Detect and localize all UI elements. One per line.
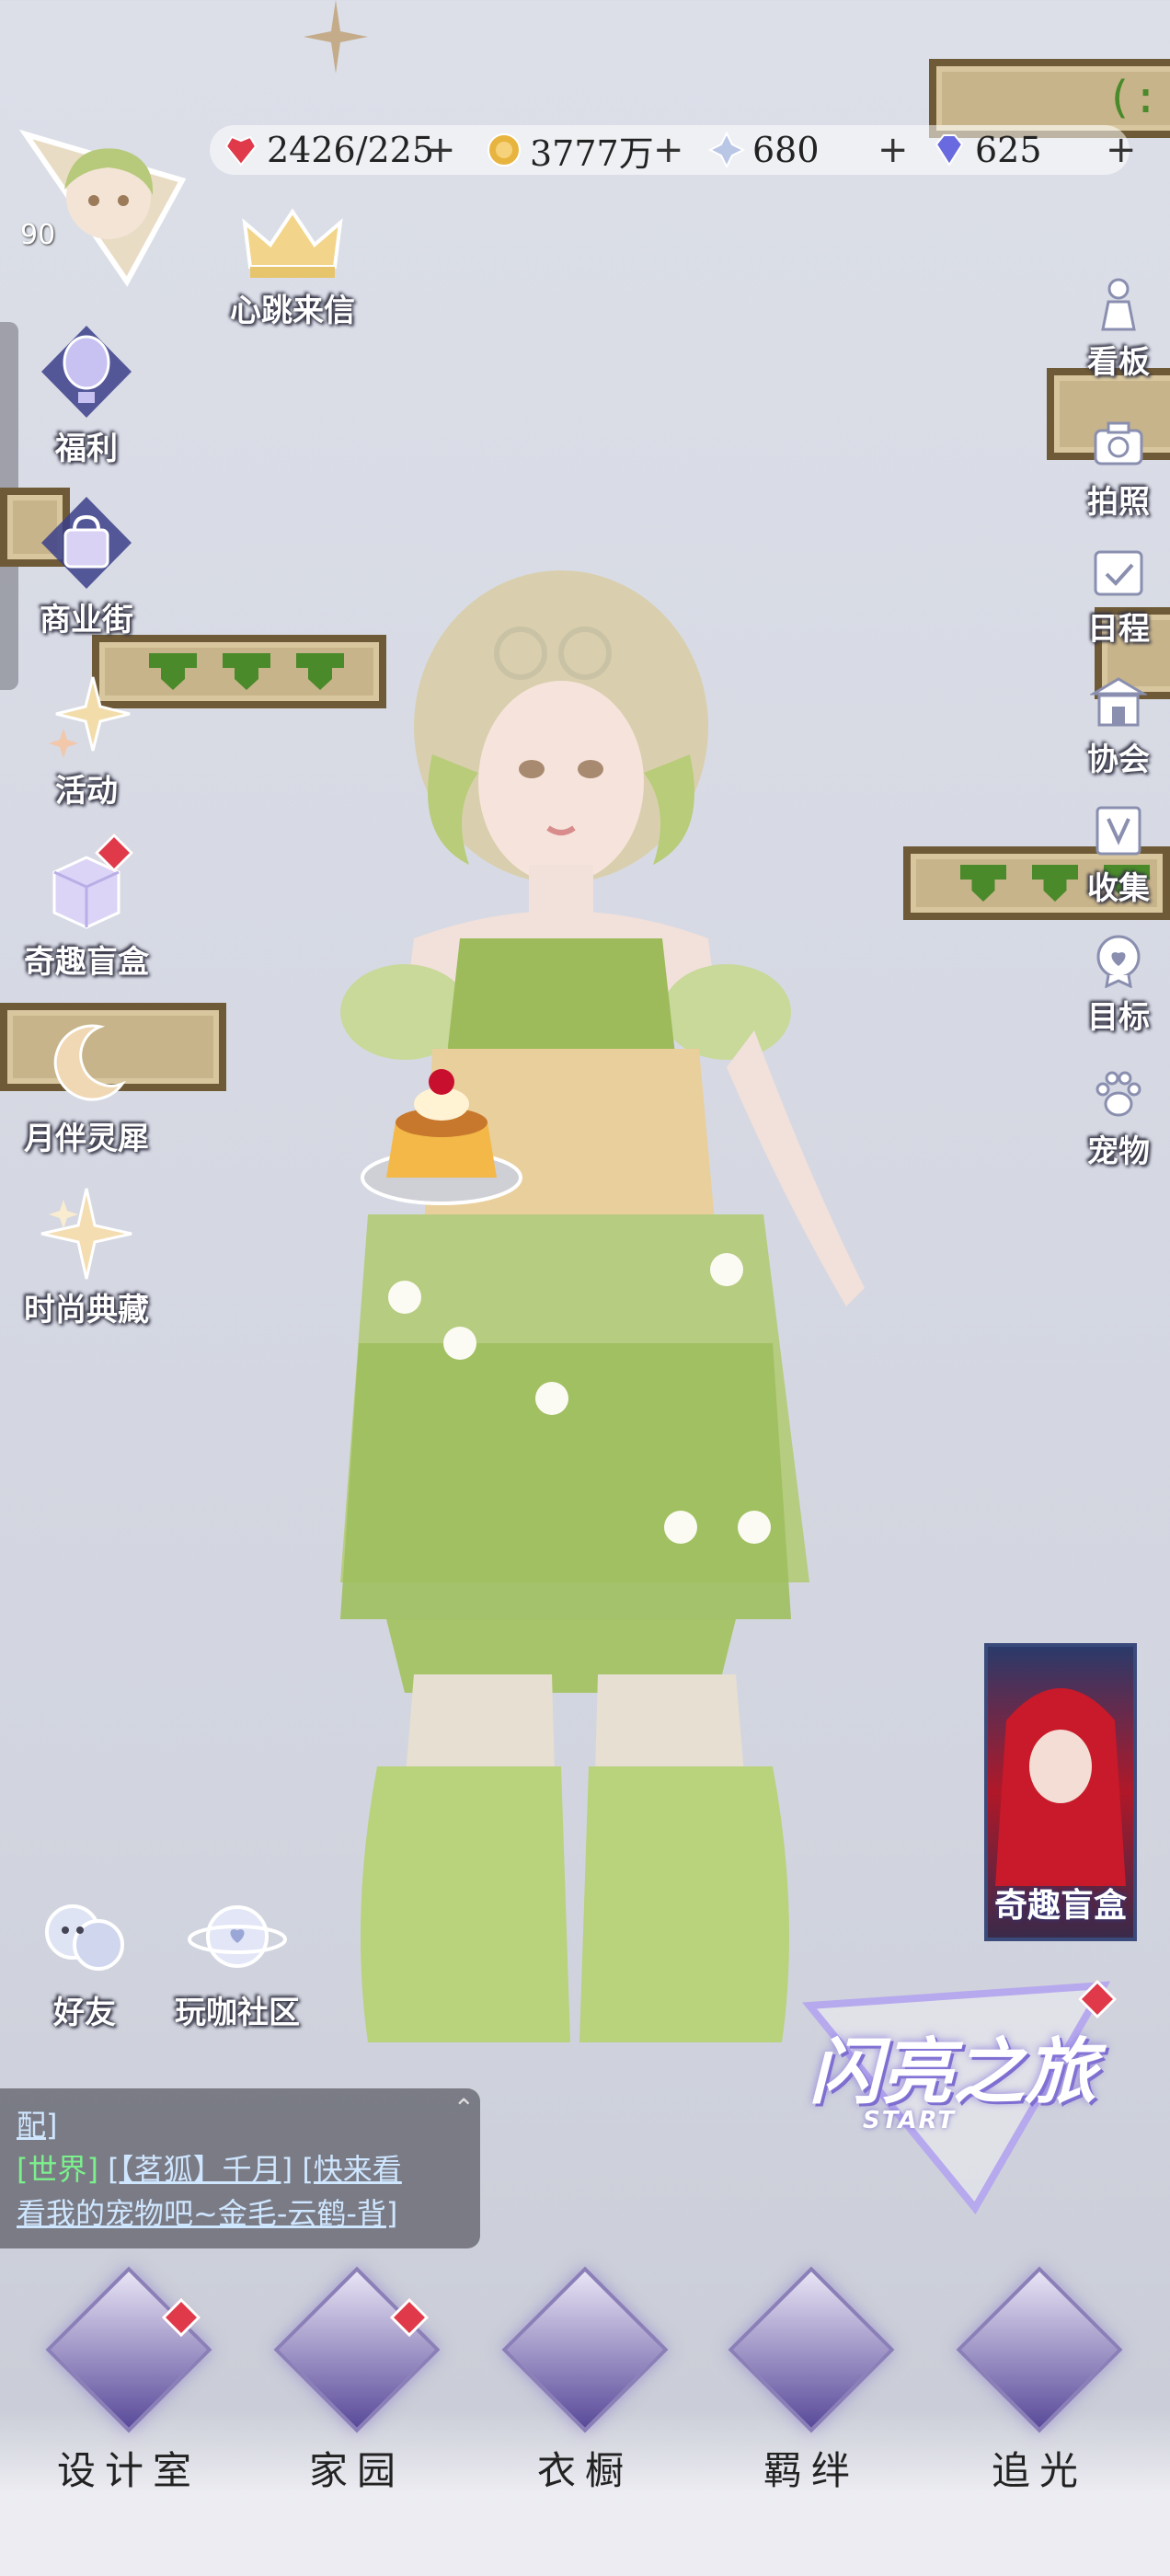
- community-planet-icon: [188, 1905, 287, 1968]
- chat-line-1[interactable]: 配]: [17, 2108, 58, 2143]
- nav-home-label: 家园: [308, 2448, 405, 2493]
- mystery-box-promo-card[interactable]: 奇趣盲盒: [984, 1643, 1137, 1941]
- hot-air-balloon-icon: [41, 326, 132, 418]
- community-button[interactable]: 玩咖社区: [155, 1886, 320, 2032]
- nav-design-studio-label: 设计室: [56, 2448, 201, 2493]
- diamond-display: 625: [931, 125, 1042, 175]
- shopping-bag-icon: [41, 497, 132, 589]
- crystal-display: 680: [708, 125, 820, 175]
- moon-companion-button[interactable]: 月伴灵犀: [4, 1012, 169, 1158]
- activity-label: 活动: [55, 773, 118, 810]
- gold-display: 3777万: [486, 125, 654, 175]
- figure-icon: [1101, 278, 1136, 331]
- camera-icon: [1094, 421, 1143, 466]
- collection-icon: [1095, 806, 1141, 856]
- target-badge-icon: [1096, 935, 1141, 989]
- player-avatar[interactable]: 90: [17, 116, 201, 291]
- character-model[interactable]: [331, 534, 957, 2061]
- photo-label: 拍照: [1087, 484, 1150, 521]
- nav-bond-label: 羁绊: [763, 2448, 859, 2493]
- stamina-display: 2426/225: [223, 125, 434, 175]
- friends-icon: [45, 1904, 124, 1971]
- heartbeat-letter-button[interactable]: 心跳来信: [210, 202, 375, 330]
- clover-icon: [728, 2266, 895, 2433]
- commerce-street-label: 商业街: [40, 602, 133, 638]
- gold-add-button[interactable]: +: [653, 129, 684, 171]
- stamina-add-button[interactable]: +: [425, 129, 456, 171]
- paw-icon: [1095, 1071, 1141, 1117]
- mystery-box-button[interactable]: 奇趣盲盒: [4, 833, 169, 982]
- fashion-collection-button[interactable]: 时尚典藏: [4, 1183, 169, 1329]
- nav-chase-light-label: 追光: [991, 2448, 1087, 2493]
- nav-home[interactable]: 家园: [265, 2266, 449, 2496]
- sparkle-decoration-icon: [304, 0, 368, 74]
- currency-bar: 2426/225 + 3777万 + 680 + 625 +: [210, 125, 1137, 175]
- nav-wardrobe-label: 衣橱: [536, 2448, 633, 2493]
- moon-companion-label: 月伴灵犀: [24, 1121, 149, 1157]
- player-level: 90: [20, 219, 56, 251]
- diamond-value: 625: [975, 130, 1042, 170]
- chat-sender[interactable]: [【茗狐】千月]: [108, 2152, 292, 2187]
- world-chat-box[interactable]: ⌃ 配] [世界] [【茗狐】千月] [快来看 看我的宠物吧~金毛-云鹤-背]: [0, 2088, 480, 2248]
- nav-wardrobe[interactable]: 衣橱: [493, 2266, 677, 2496]
- crystal-value: 680: [752, 130, 820, 170]
- pixel-heart-icon: [960, 865, 1006, 902]
- crown-icon: [242, 208, 343, 278]
- fashion-collection-label: 时尚典藏: [24, 1292, 149, 1328]
- journey-title: 闪亮之旅: [809, 2031, 1097, 2114]
- chat-channel-tag: [世界]: [17, 2152, 98, 2187]
- showboard-button[interactable]: 看板: [1072, 276, 1164, 382]
- nav-bond[interactable]: 羁绊: [719, 2266, 903, 2496]
- shining-journey-button[interactable]: 闪亮之旅 START: [791, 1978, 1122, 2217]
- diamond-add-button[interactable]: +: [1106, 129, 1137, 171]
- heart-gem-icon: [224, 135, 258, 167]
- sparkle-star-icon: [49, 676, 131, 758]
- photo-button[interactable]: 拍照: [1072, 416, 1164, 522]
- moon-crest-icon: [45, 2266, 212, 2433]
- chat-line-3[interactable]: 看我的宠物吧~金毛-云鹤-背]: [17, 2196, 397, 2231]
- showboard-label: 看板: [1087, 344, 1150, 381]
- guild-button[interactable]: 协会: [1072, 673, 1164, 779]
- heartbeat-letter-label: 心跳来信: [230, 293, 355, 329]
- nav-chase-light[interactable]: 追光: [947, 2266, 1131, 2496]
- butterfly-icon: [956, 2266, 1123, 2433]
- commerce-street-button[interactable]: 商业街: [4, 493, 169, 639]
- friends-label: 好友: [53, 1995, 116, 2031]
- welfare-label: 福利: [55, 431, 118, 467]
- crystal-icon: [708, 132, 745, 168]
- character-portrait: [995, 1688, 1126, 1886]
- crystal-add-button[interactable]: +: [878, 129, 909, 171]
- community-label: 玩咖社区: [175, 1995, 300, 2031]
- schedule-label: 日程: [1087, 611, 1150, 648]
- star-burst-icon: [40, 1188, 132, 1280]
- guild-label: 协会: [1087, 742, 1150, 778]
- pet-button[interactable]: 宠物: [1072, 1065, 1164, 1171]
- journey-start-label: START: [863, 2107, 957, 2134]
- pixel-heart-icon: [223, 653, 270, 690]
- nav-design-studio[interactable]: 设计室: [37, 2266, 221, 2496]
- promo-card-text: 奇趣盲盒: [993, 1887, 1127, 1925]
- collection-button[interactable]: 收集: [1072, 802, 1164, 908]
- schedule-button[interactable]: 日程: [1072, 543, 1164, 649]
- chat-message[interactable]: [快来看: [302, 2152, 402, 2187]
- mystery-box-label: 奇趣盲盒: [24, 944, 149, 981]
- snowflake-icon: [501, 2266, 669, 2433]
- friends-button[interactable]: 好友: [2, 1886, 167, 2032]
- pixel-heart-icon: [1032, 865, 1078, 902]
- guild-hall-icon: [1088, 677, 1149, 727]
- gold-coin-icon: [488, 133, 521, 167]
- collection-label: 收集: [1087, 870, 1150, 907]
- chevron-up-icon[interactable]: ⌃: [453, 2087, 475, 2131]
- gold-value: 3777万: [530, 132, 654, 174]
- goal-label: 目标: [1087, 999, 1150, 1036]
- key-icon: [273, 2266, 441, 2433]
- welfare-button[interactable]: 福利: [4, 322, 169, 468]
- diamond-icon: [935, 134, 964, 167]
- calendar-icon: [1094, 550, 1143, 596]
- pet-label: 宠物: [1087, 1133, 1150, 1170]
- moon-icon: [53, 1024, 127, 1101]
- stamina-value: 2426/225: [267, 130, 435, 170]
- goal-button[interactable]: 目标: [1072, 931, 1164, 1037]
- activity-button[interactable]: 活动: [4, 664, 169, 811]
